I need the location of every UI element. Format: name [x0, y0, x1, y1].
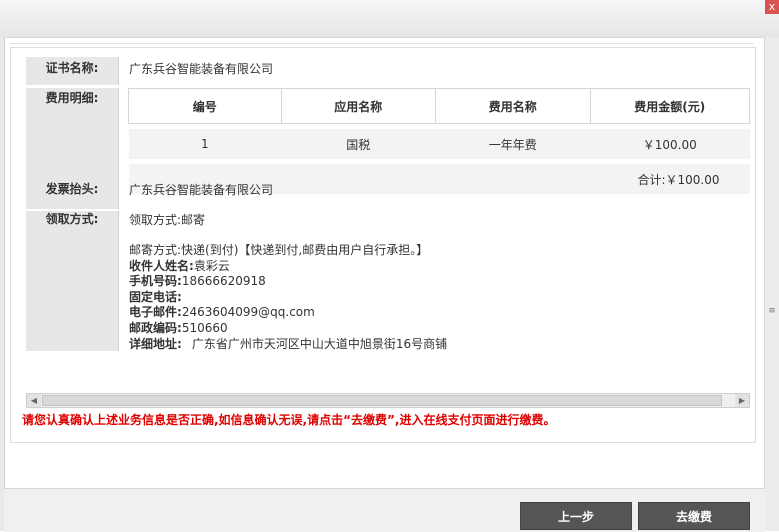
- cell-fee-name: 一年年费: [435, 129, 591, 159]
- scroll-right-icon[interactable]: ▶: [735, 394, 749, 407]
- scroll-thumb[interactable]: [42, 395, 722, 406]
- fee-detail-label: 费用明细:: [26, 88, 119, 181]
- cell-fee-amount: ￥100.00: [590, 129, 750, 159]
- divider: [10, 43, 754, 44]
- address-line: 详细地址: 广东省广州市天河区中山大道中旭景街16号商铺: [129, 335, 447, 352]
- confirm-notice: 请您认真确认上述业务信息是否正确,如信息确认无误,请点击“去缴费”,进入在线支付…: [22, 413, 556, 427]
- cell-app-name: 国税: [281, 129, 436, 159]
- cell-number: 1: [128, 129, 282, 159]
- col-app-name: 应用名称: [280, 88, 437, 124]
- col-fee-amount: 费用金额(元): [589, 88, 751, 124]
- recipient-label: 收件人姓名:: [129, 259, 194, 273]
- phone-label: 手机号码:: [129, 274, 182, 288]
- landline-label: 固定电话:: [129, 290, 182, 304]
- postcode-value: 510660: [181, 321, 228, 335]
- phone-value: 18666620918: [181, 274, 266, 288]
- horizontal-scrollbar[interactable]: ◀ ▶: [26, 393, 750, 408]
- pay-button[interactable]: 去缴费: [638, 502, 750, 530]
- recipient-value: 袁彩云: [193, 259, 230, 273]
- fee-table: 编号 应用名称 费用名称 费用金额(元) 1 国税 一年年费 ￥100.00 合…: [128, 88, 751, 194]
- mail-method: 邮寄方式:快递(到付)【快递到付,邮费由用户自行承担。】: [129, 243, 429, 257]
- address-value: 广东省广州市天河区中山大道中旭景街16号商铺: [191, 337, 448, 351]
- address-label: 详细地址:: [129, 337, 182, 351]
- postcode-line: 邮政编码:510660: [129, 319, 228, 336]
- pickup-method: 领取方式:邮寄: [129, 213, 206, 227]
- pickup-label: 领取方式:: [26, 211, 119, 351]
- vertical-scrollbar[interactable]: ≡: [764, 37, 779, 531]
- table-row: 1 国税 一年年费 ￥100.00: [128, 129, 750, 159]
- window-edge: [0, 37, 5, 531]
- col-number: 编号: [128, 88, 282, 124]
- scroll-grip-icon[interactable]: ≡: [768, 307, 776, 316]
- email-value: 2463604099@qq.com: [181, 305, 315, 319]
- fee-table-header: 编号 应用名称 费用名称 费用金额(元): [128, 88, 751, 124]
- prev-step-button[interactable]: 上一步: [520, 502, 632, 530]
- scroll-left-icon[interactable]: ◀: [27, 394, 41, 407]
- postcode-label: 邮政编码:: [129, 321, 182, 335]
- phone-line: 手机号码:18666620918: [129, 272, 266, 289]
- invoice-value: 广东兵谷智能装备有限公司: [129, 183, 274, 197]
- email-line: 电子邮件:2463604099@qq.com: [129, 303, 315, 320]
- dialog-titlebar: x: [0, 0, 779, 38]
- certificate-label: 证书名称:: [26, 57, 119, 85]
- col-fee-name: 费用名称: [435, 88, 591, 124]
- invoice-label: 发票抬头:: [26, 181, 119, 209]
- email-label: 电子邮件:: [129, 305, 182, 319]
- certificate-value: 广东兵谷智能装备有限公司: [129, 62, 274, 76]
- close-icon[interactable]: x: [765, 0, 779, 14]
